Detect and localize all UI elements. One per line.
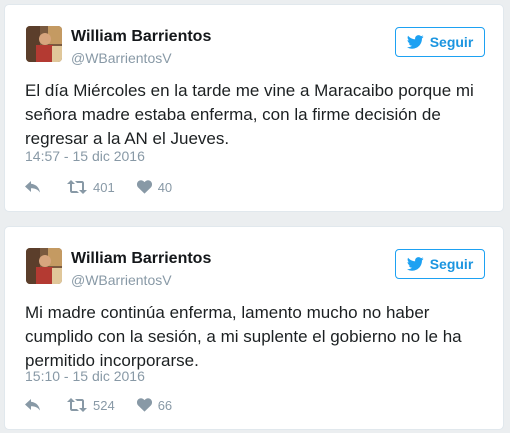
- tweet-timestamp[interactable]: 15:10 - 15 dic 2016: [25, 368, 145, 384]
- like-count: 40: [157, 179, 173, 195]
- avatar[interactable]: [26, 248, 62, 284]
- retweet-count: 524: [93, 397, 115, 413]
- avatar[interactable]: [26, 26, 62, 62]
- heart-icon: [136, 398, 152, 412]
- retweet-button[interactable]: 401: [67, 180, 115, 195]
- tweet-actions: 524 66: [25, 395, 172, 415]
- heart-icon: [136, 180, 152, 194]
- tweet-text: El día Miércoles en la tarde me vine a M…: [25, 81, 474, 148]
- follow-label: Seguir: [429, 34, 474, 50]
- reply-icon: [25, 399, 40, 411]
- author-name[interactable]: William Barrientos: [71, 250, 211, 268]
- follow-button[interactable]: Seguir: [395, 249, 485, 279]
- retweet-count: 401: [93, 179, 115, 195]
- retweet-button[interactable]: 524: [67, 398, 115, 413]
- tweet-text: Mi madre continúa enferma, lamento mucho…: [25, 303, 462, 370]
- author-handle[interactable]: @WBarrientosV: [71, 50, 172, 66]
- tweet-actions: 401 40: [25, 177, 172, 197]
- reply-icon: [25, 181, 40, 193]
- retweet-icon: [67, 398, 87, 412]
- like-button[interactable]: 40: [136, 179, 173, 195]
- follow-button[interactable]: Seguir: [395, 27, 485, 57]
- twitter-bird-icon: [406, 35, 424, 49]
- author-handle[interactable]: @WBarrientosV: [71, 272, 172, 288]
- twitter-bird-icon: [406, 257, 424, 271]
- like-count: 66: [157, 397, 173, 413]
- reply-button[interactable]: [25, 180, 43, 194]
- tweet-card: William Barrientos @WBarrientosV Seguir …: [4, 226, 504, 430]
- author-name[interactable]: William Barrientos: [71, 28, 211, 46]
- tweet-card: William Barrientos @WBarrientosV Seguir …: [4, 4, 504, 212]
- reply-button[interactable]: [25, 398, 43, 412]
- follow-label: Seguir: [429, 256, 474, 272]
- tweet-timestamp[interactable]: 14:57 - 15 dic 2016: [25, 148, 145, 164]
- like-button[interactable]: 66: [136, 397, 173, 413]
- retweet-icon: [67, 180, 87, 194]
